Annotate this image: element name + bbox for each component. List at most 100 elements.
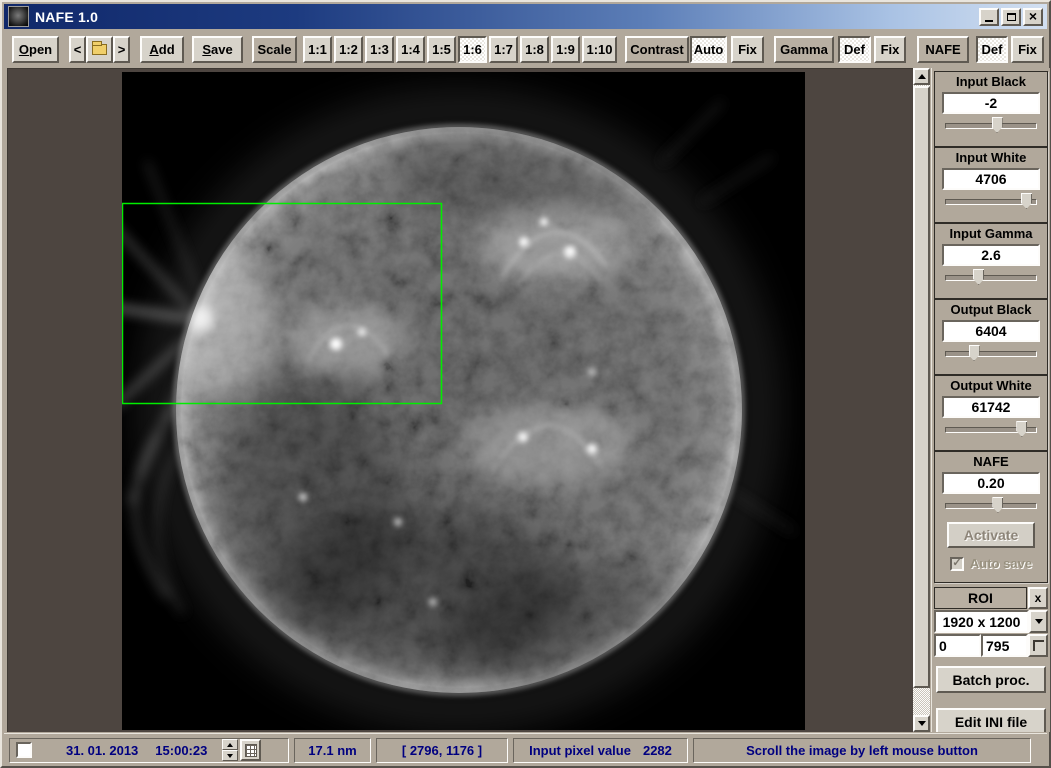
gamma-fix-button[interactable]: Fix — [874, 36, 906, 63]
roi-close-button[interactable]: x — [1028, 587, 1048, 609]
input-gamma-label: Input Gamma — [935, 226, 1047, 242]
scale-1-9-button[interactable]: 1:9 — [551, 36, 580, 63]
browse-folder-button[interactable] — [86, 36, 113, 63]
arrow-up-icon — [227, 740, 233, 747]
add-button[interactable]: Add — [140, 36, 184, 63]
slider-thumb[interactable] — [992, 497, 1003, 513]
chevron-down-icon — [1035, 619, 1043, 628]
slider-track[interactable] — [945, 123, 1037, 129]
input-black-slider[interactable] — [945, 117, 1037, 134]
roi-position-row — [934, 634, 1048, 657]
input-black-field[interactable] — [942, 92, 1040, 114]
arrow-down-icon — [227, 754, 233, 761]
minimize-button[interactable] — [979, 8, 999, 26]
slider-track[interactable] — [945, 275, 1037, 281]
scale-1-6-button[interactable]: 1:6 — [458, 36, 487, 63]
scale-1-1-button[interactable]: 1:1 — [303, 36, 332, 63]
window-controls: × — [979, 8, 1043, 26]
pixel-value-number: 2282 — [643, 743, 672, 758]
nafe-group-label: NAFE — [917, 36, 969, 63]
slider-thumb[interactable] — [1016, 421, 1027, 437]
minimize-icon — [985, 20, 993, 22]
contrast-auto-button[interactable]: Auto — [690, 36, 727, 63]
slider-thumb[interactable] — [969, 345, 980, 361]
roi-size-value[interactable]: 1920 x 1200 — [934, 610, 1029, 633]
slider-thumb[interactable] — [973, 269, 984, 285]
input-white-slider[interactable] — [945, 193, 1037, 210]
scale-1-3-button[interactable]: 1:3 — [365, 36, 394, 63]
input-gamma-group: Input Gamma — [934, 223, 1048, 299]
slider-thumb[interactable] — [992, 117, 1003, 133]
output-black-field[interactable] — [942, 320, 1040, 342]
save-button[interactable]: Save — [192, 36, 243, 63]
input-black-group: Input Black — [934, 71, 1048, 147]
scale-1-7-button[interactable]: 1:7 — [489, 36, 518, 63]
next-file-button[interactable]: > — [113, 36, 130, 63]
image-viewport[interactable] — [7, 68, 913, 732]
slider-track[interactable] — [945, 503, 1037, 509]
output-black-slider[interactable] — [945, 345, 1037, 362]
roi-x-field[interactable] — [934, 634, 981, 657]
scale-1-10-button[interactable]: 1:10 — [582, 36, 617, 63]
batch-process-button[interactable]: Batch proc. — [936, 666, 1046, 693]
slider-thumb[interactable] — [1021, 193, 1032, 209]
nafe-def-button[interactable]: Def — [976, 36, 1008, 63]
input-white-group: Input White — [934, 147, 1048, 223]
close-icon: × — [1029, 10, 1037, 23]
close-button[interactable]: × — [1023, 8, 1043, 26]
titlebar: NAFE 1.0 × — [4, 4, 1047, 29]
date-spinner-up-button[interactable] — [222, 739, 238, 750]
gamma-def-button[interactable]: Def — [838, 36, 871, 63]
scrollbar-thumb[interactable] — [913, 86, 930, 688]
scroll-down-button[interactable] — [913, 715, 930, 732]
status-checkbox[interactable] — [16, 742, 32, 758]
scale-1-4-button[interactable]: 1:4 — [396, 36, 425, 63]
scale-1-5-button[interactable]: 1:5 — [427, 36, 456, 63]
roi-header: ROI x — [934, 587, 1048, 609]
control-panel: Input Black Input White Input Gamma — [931, 68, 1050, 732]
prev-file-button[interactable]: < — [69, 36, 86, 63]
solar-image[interactable] — [122, 72, 805, 730]
roi-y-field[interactable] — [981, 634, 1028, 657]
output-white-field[interactable] — [942, 396, 1040, 418]
input-white-field[interactable] — [942, 168, 1040, 190]
contrast-group-label: Contrast — [625, 36, 689, 63]
calendar-button[interactable] — [240, 739, 261, 761]
edit-ini-button[interactable]: Edit INI file — [936, 708, 1046, 732]
input-gamma-slider[interactable] — [945, 269, 1037, 286]
date-text: 31. 01. 2013 — [66, 743, 138, 758]
input-gamma-field[interactable] — [942, 244, 1040, 266]
hint-panel: Scroll the image by left mouse button — [693, 738, 1031, 763]
input-white-label: Input White — [935, 150, 1047, 166]
slider-track[interactable] — [945, 351, 1037, 357]
statusbar: 31. 01. 2013 15:00:23 17.1 nm [ 2796, 11… — [4, 733, 1047, 766]
datetime-panel: 31. 01. 2013 15:00:23 — [9, 738, 289, 763]
vertical-scrollbar[interactable] — [913, 68, 930, 732]
open-button[interactable]: Open — [12, 36, 59, 63]
calendar-grid-icon — [245, 744, 257, 757]
pixel-value-panel: Input pixel value 2282 — [513, 738, 688, 763]
nafe-slider[interactable] — [945, 497, 1037, 514]
corner-arrow-icon — [1033, 640, 1044, 651]
output-white-slider[interactable] — [945, 421, 1037, 438]
roi-size-combo[interactable]: 1920 x 1200 — [934, 610, 1048, 633]
activate-button[interactable]: Activate — [947, 522, 1035, 548]
maximize-button[interactable] — [1001, 8, 1021, 26]
output-black-label: Output Black — [935, 302, 1047, 318]
roi-corner-button[interactable] — [1028, 634, 1048, 657]
auto-save-label: Auto save — [970, 556, 1032, 571]
toolbar: Open < > Add Save Scale 1:1 1:2 1:3 1:4 … — [6, 33, 1045, 65]
auto-save-checkbox[interactable]: ✓ — [950, 557, 964, 571]
contrast-fix-button[interactable]: Fix — [731, 36, 764, 63]
date-spinner-down-button[interactable] — [222, 750, 238, 761]
pixel-value-label: Input pixel value — [529, 743, 631, 758]
roi-size-dropdown-button[interactable] — [1029, 610, 1048, 633]
roi-title: ROI — [934, 587, 1027, 609]
nafe-field[interactable] — [942, 472, 1040, 494]
cursor-coords-text: [ 2796, 1176 ] — [402, 743, 482, 758]
window-title: NAFE 1.0 — [35, 9, 98, 25]
nafe-fix-button[interactable]: Fix — [1011, 36, 1044, 63]
scale-1-8-button[interactable]: 1:8 — [520, 36, 549, 63]
scale-1-2-button[interactable]: 1:2 — [334, 36, 363, 63]
scroll-up-button[interactable] — [913, 68, 930, 85]
